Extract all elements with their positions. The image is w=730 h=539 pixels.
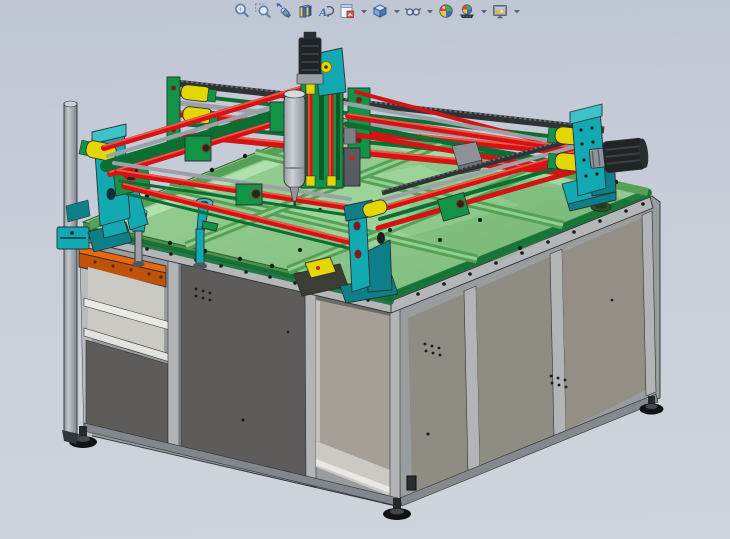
annotation-views-button[interactable]: A [317, 1, 335, 21]
hide-show-items-dropdown[interactable] [425, 1, 434, 21]
wand-arrow-icon [275, 2, 293, 20]
previous-view-button[interactable] [275, 1, 293, 21]
edit-appearance-button[interactable] [437, 1, 455, 21]
zoom-to-area-button[interactable] [254, 1, 272, 21]
view-orientation-button[interactable] [338, 1, 356, 21]
scene-ball-icon [458, 2, 476, 20]
apply-scene-dropdown[interactable] [479, 1, 488, 21]
linear-block [185, 136, 211, 161]
a-rotate-icon: A [317, 2, 335, 20]
view-settings-dropdown[interactable] [512, 1, 521, 21]
chevron-down-icon [426, 2, 434, 20]
display-style-dropdown[interactable] [392, 1, 401, 21]
magnifier-icon [233, 2, 251, 20]
z-axis-motor[interactable] [297, 32, 323, 84]
svg-text:A: A [318, 5, 327, 19]
shaded-cube-icon [371, 2, 389, 20]
view-orientation-dropdown[interactable] [359, 1, 368, 21]
linear-block [236, 184, 262, 205]
model-canvas[interactable] [0, 0, 730, 539]
chevron-down-icon [360, 2, 368, 20]
zoom-to-fit-button[interactable] [233, 1, 251, 21]
view-settings-button[interactable] [491, 1, 509, 21]
display-style-button[interactable] [371, 1, 389, 21]
magnifier-area-icon [254, 2, 272, 20]
post-clamp [57, 227, 89, 249]
chevron-down-icon [393, 2, 401, 20]
monitor-icon [491, 2, 509, 20]
open-compartment [316, 290, 390, 496]
cad-3d-viewport[interactable]: A [0, 0, 730, 539]
heads-up-toolbar: A [233, 1, 521, 21]
chevron-down-icon [513, 2, 521, 20]
eyeglasses-icon [404, 2, 422, 20]
apply-scene-button[interactable] [458, 1, 476, 21]
section-block-icon [296, 2, 314, 20]
color-ball-icon [437, 2, 455, 20]
power-socket [407, 476, 416, 490]
hide-show-items-button[interactable] [404, 1, 422, 21]
chevron-down-icon [480, 2, 488, 20]
document-icon [338, 2, 356, 20]
section-view-button[interactable] [296, 1, 314, 21]
